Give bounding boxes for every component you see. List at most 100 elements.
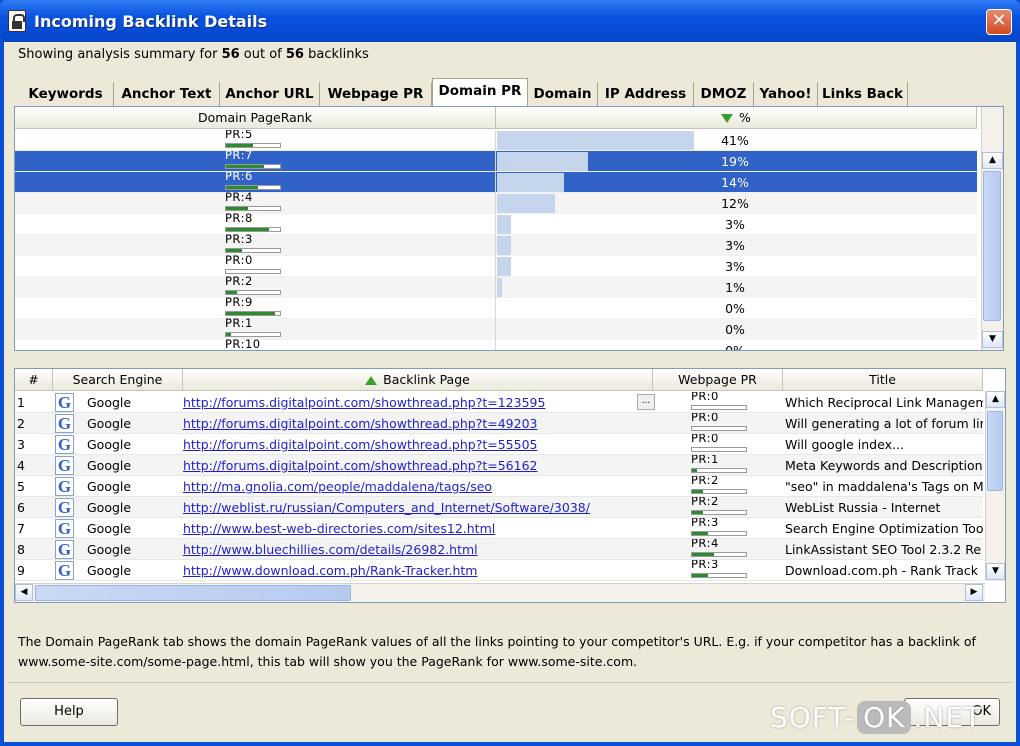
percent-value: 1% [725,280,745,295]
column-header-title[interactable]: Title [783,369,983,391]
column-header-webpage-pr[interactable]: Webpage PR [653,369,783,391]
table-row[interactable]: 1 G Google http://forums.digitalpoint.com/s… [15,392,983,413]
page-title: Which Reciprocal Link Managem [785,395,983,410]
row-number: 1 [17,395,25,410]
pagerank-indicator: PR:0 [691,434,749,454]
table-row[interactable]: 2 G Google http://forums.digitalpoint.com/s… [15,413,983,434]
tab-domain[interactable]: Domain [528,82,598,108]
table-row[interactable]: PR:3 3% [15,232,977,256]
pagerank-bar [691,405,747,410]
search-engine: Google [87,521,132,536]
horizontal-scroll-thumb[interactable] [35,585,351,601]
table-row[interactable]: PR:9 0% [15,295,977,319]
pagerank-label: PR:4 [225,190,253,204]
tab-bar: Keywords Anchor Text Anchor URL Webpage PR D… [18,78,1008,108]
column-divider [495,235,496,256]
scroll-thumb[interactable] [987,411,1003,491]
backlink-url[interactable]: http://www.bluechillies.com/details/2698… [183,542,478,557]
tab-dmoz[interactable]: DMOZ [694,82,754,108]
column-header-domain-pagerank[interactable]: Domain PageRank [15,107,496,129]
row-number: 5 [17,479,25,494]
table-row[interactable]: PR:8 3% [15,211,977,235]
backlink-url[interactable]: http://forums.digitalpoint.com/showthrea… [183,437,538,452]
pagerank-label: PR:10 [225,337,261,350]
backlink-url[interactable]: http://forums.digitalpoint.com/showthrea… [183,395,545,410]
table-row[interactable]: PR:2 1% [15,274,977,298]
google-icon: G [55,456,74,475]
table-row[interactable]: 6 G Google http://weblist.ru/russian/Comput… [15,497,983,518]
pagerank-bar-fill [226,207,248,210]
column-header-search-engine[interactable]: Search Engine [53,369,183,391]
pagerank-bar [691,426,747,431]
tab-links-back[interactable]: Links Back [818,82,908,108]
backlink-url[interactable]: http://forums.digitalpoint.com/showthrea… [183,458,538,473]
table-row[interactable]: PR:4 12% [15,190,977,214]
column-divider [495,256,496,277]
table-row[interactable]: PR:0 3% [15,253,977,277]
tab-keywords[interactable]: Keywords [18,82,114,108]
help-button[interactable]: Help [20,698,118,726]
table-row[interactable]: PR:10 0% [15,337,977,350]
tab-yahoo[interactable]: Yahoo! [754,82,818,108]
pagerank-bar [691,573,747,578]
table-row[interactable]: PR:6 14% [15,169,977,193]
search-engine: Google [87,395,132,410]
tab-webpage-pr[interactable]: Webpage PR [320,82,432,108]
column-header-number[interactable]: # [15,369,53,391]
pagerank-bar [691,468,747,473]
google-icon: G [55,561,74,580]
lock-icon [8,10,26,32]
column-divider [495,172,496,193]
table-row[interactable]: PR:7 19% [15,148,977,172]
pagerank-bar [691,531,747,536]
backlink-url[interactable]: http://www.download.com.ph/Rank-Tracker.… [183,563,477,578]
percent-bar [497,215,511,234]
scroll-up-button[interactable]: ▲ [986,391,1005,408]
scroll-down-button[interactable]: ▼ [982,331,1003,348]
table-row[interactable]: 8 G Google http://www.bluechillies.com/deta… [15,539,983,560]
table-row[interactable]: 3 G Google http://forums.digitalpoint.com/s… [15,434,983,455]
scroll-thumb[interactable] [983,171,1001,321]
column-header-backlink-page[interactable]: Backlink Page [183,369,653,391]
pagerank-bar [691,447,747,452]
table-row[interactable]: 9 G Google http://www.download.com.ph/Rank-… [15,560,983,581]
percent-value: 41% [721,133,749,148]
page-title: WebList Russia - Internet [785,500,941,515]
more-button[interactable]: ... [637,394,655,410]
pagerank-label: PR:1 [225,316,253,330]
close-button[interactable]: ✕ [986,9,1012,35]
horizontal-scrollbar[interactable]: ◀ ▶ [15,583,985,602]
table-row[interactable]: 5 G Google http://ma.gnolia.com/people/madd… [15,476,983,497]
table-row[interactable]: 4 G Google http://forums.digitalpoint.com/s… [15,455,983,476]
table-row[interactable]: PR:1 0% [15,316,977,340]
tab-anchor-text[interactable]: Anchor Text [114,82,220,108]
scroll-down-button[interactable]: ▼ [986,563,1005,580]
vertical-scrollbar[interactable]: ▲ ▼ [981,107,1003,350]
percent-value: 3% [725,259,745,274]
pagerank-bar [691,552,747,557]
column-header-percent[interactable]: % [496,107,977,129]
pagerank-indicator: PR:1 [691,455,749,475]
percent-value: 0% [725,322,745,337]
table-row[interactable]: 7 G Google http://www.best-web-directories.… [15,518,983,539]
scroll-left-button[interactable]: ◀ [15,584,33,601]
backlink-url[interactable]: http://ma.gnolia.com/people/maddalena/ta… [183,479,492,494]
sort-ascending-icon [365,376,378,385]
pagerank-label: PR:2 [225,274,253,288]
backlink-url[interactable]: http://forums.digitalpoint.com/showthrea… [183,416,538,431]
tab-ip-address[interactable]: IP Address [598,82,694,108]
tab-anchor-url[interactable]: Anchor URL [220,82,320,108]
title-bar[interactable]: Incoming Backlink Details ✕ [0,0,1020,42]
scroll-up-button[interactable]: ▲ [982,152,1003,169]
column-divider [495,319,496,340]
pagerank-bar-fill [692,574,709,577]
domain-pr-table: Domain PageRank % PR:5 41% PR:7 19% PR:6 14% P… [14,106,1004,351]
row-number: 7 [17,521,25,536]
backlink-url[interactable]: http://weblist.ru/russian/Computers_and_… [183,500,590,515]
scroll-right-button[interactable]: ▶ [965,584,983,601]
tab-domain-pr[interactable]: Domain PR [432,78,528,108]
backlink-url[interactable]: http://www.best-web-directories.com/site… [183,521,495,536]
vertical-scrollbar[interactable]: ▲ ▼ [985,391,1005,581]
pagerank-bar-fill [226,186,259,189]
table-row[interactable]: PR:5 41% [15,130,977,151]
